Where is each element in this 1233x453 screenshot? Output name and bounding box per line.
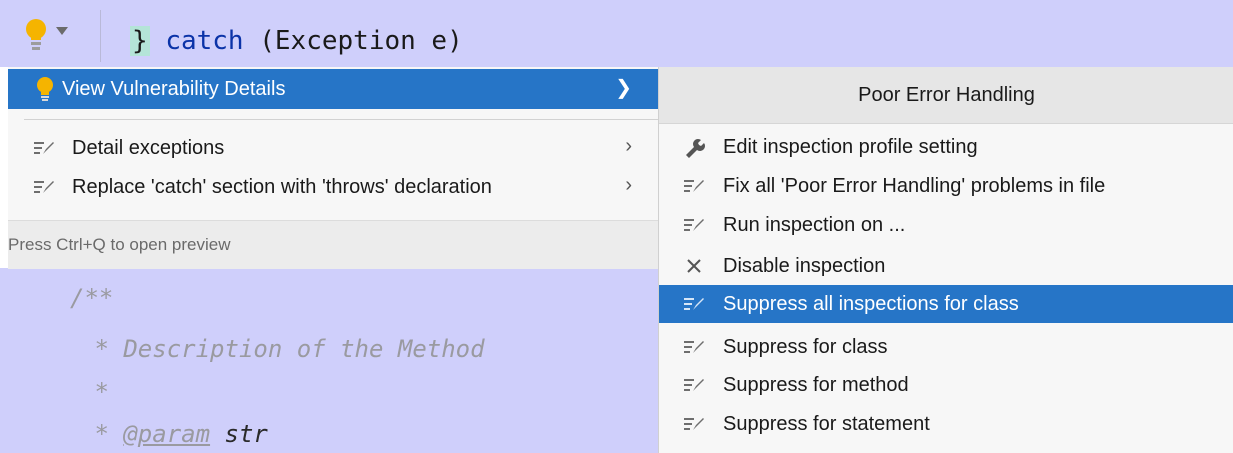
menu-item-label: Disable inspection [723, 254, 886, 277]
submenu-title: Poor Error Handling [659, 67, 1233, 124]
gutter-separator [100, 10, 101, 62]
chevron-right-icon: ❯ [615, 77, 632, 99]
javadoc-param-name: str [210, 420, 268, 448]
code-brace: } [130, 26, 150, 56]
menu-item-label: Suppress for method [723, 373, 909, 396]
quickfix-icon [683, 415, 705, 433]
intention-bulb-button[interactable] [22, 18, 82, 52]
quickfix-icon [683, 376, 705, 394]
intention-actions-popup: View Vulnerability Details ❯ Detail exce… [8, 67, 658, 269]
chevron-right-icon: › [625, 174, 632, 196]
menu-item-edit-inspection-profile[interactable]: Edit inspection profile setting [659, 128, 1233, 166]
javadoc-param-tag: @param [123, 420, 211, 448]
preview-hint-text: Press Ctrl+Q to open preview [8, 235, 231, 254]
javadoc-line: * @param str [80, 420, 268, 448]
menu-item-label: Suppress for statement [723, 412, 930, 435]
menu-item-suppress-for-class[interactable]: Suppress for class [659, 328, 1233, 366]
quickfix-icon [683, 177, 705, 195]
quickfix-icon [683, 295, 705, 313]
menu-item-label: Run inspection on ... [723, 213, 906, 236]
javadoc-line: * [80, 378, 109, 406]
quickfix-icon [34, 181, 54, 193]
close-icon [683, 257, 705, 275]
code-text: (Exception e) [243, 26, 463, 56]
lightbulb-icon [26, 19, 68, 50]
quickfix-icon [34, 142, 54, 154]
menu-item-label: View Vulnerability Details [62, 77, 286, 100]
menu-item-run-inspection[interactable]: Run inspection on ... [659, 206, 1233, 244]
menu-item-suppress-all-for-class[interactable]: Suppress all inspections for class [659, 285, 1233, 323]
menu-item-label: Replace 'catch' section with 'throws' de… [72, 175, 492, 198]
menu-item-disable-inspection[interactable]: Disable inspection [659, 247, 1233, 285]
menu-item-view-vulnerability-details[interactable]: View Vulnerability Details ❯ [8, 69, 658, 109]
menu-item-fix-all-problems[interactable]: Fix all 'Poor Error Handling' problems i… [659, 167, 1233, 205]
menu-item-label: Suppress all inspections for class [723, 292, 1019, 315]
menu-item-label: Edit inspection profile setting [723, 135, 978, 158]
quickfix-icon [683, 216, 705, 234]
vulnerability-details-submenu: Poor Error Handling Edit inspection prof… [658, 67, 1233, 453]
lightbulb-icon [37, 77, 53, 101]
menu-item-label: Suppress for class [723, 335, 888, 358]
menu-item-label: Fix all 'Poor Error Handling' problems i… [723, 174, 1106, 197]
menu-divider [24, 119, 658, 120]
menu-item-suppress-for-statement[interactable]: Suppress for statement [659, 405, 1233, 443]
wrench-icon [683, 138, 705, 158]
javadoc-line: * Description of the Method [80, 335, 485, 363]
menu-item-detail-exceptions[interactable]: Detail exceptions › [8, 129, 658, 167]
chevron-down-icon [56, 27, 68, 35]
code-keyword: catch [165, 26, 244, 56]
javadoc-line: /** [70, 284, 114, 312]
javadoc-prefix: * [80, 420, 124, 448]
menu-item-label: Detail exceptions [72, 136, 225, 159]
menu-item-suppress-for-method[interactable]: Suppress for method [659, 366, 1233, 404]
menu-item-replace-catch-with-throws[interactable]: Replace 'catch' section with 'throws' de… [8, 168, 658, 206]
code-line[interactable]: } catch (Exception e) [130, 26, 463, 56]
preview-hint-bar: Press Ctrl+Q to open preview [8, 220, 658, 269]
quickfix-icon [683, 338, 705, 356]
chevron-right-icon: › [625, 135, 632, 157]
